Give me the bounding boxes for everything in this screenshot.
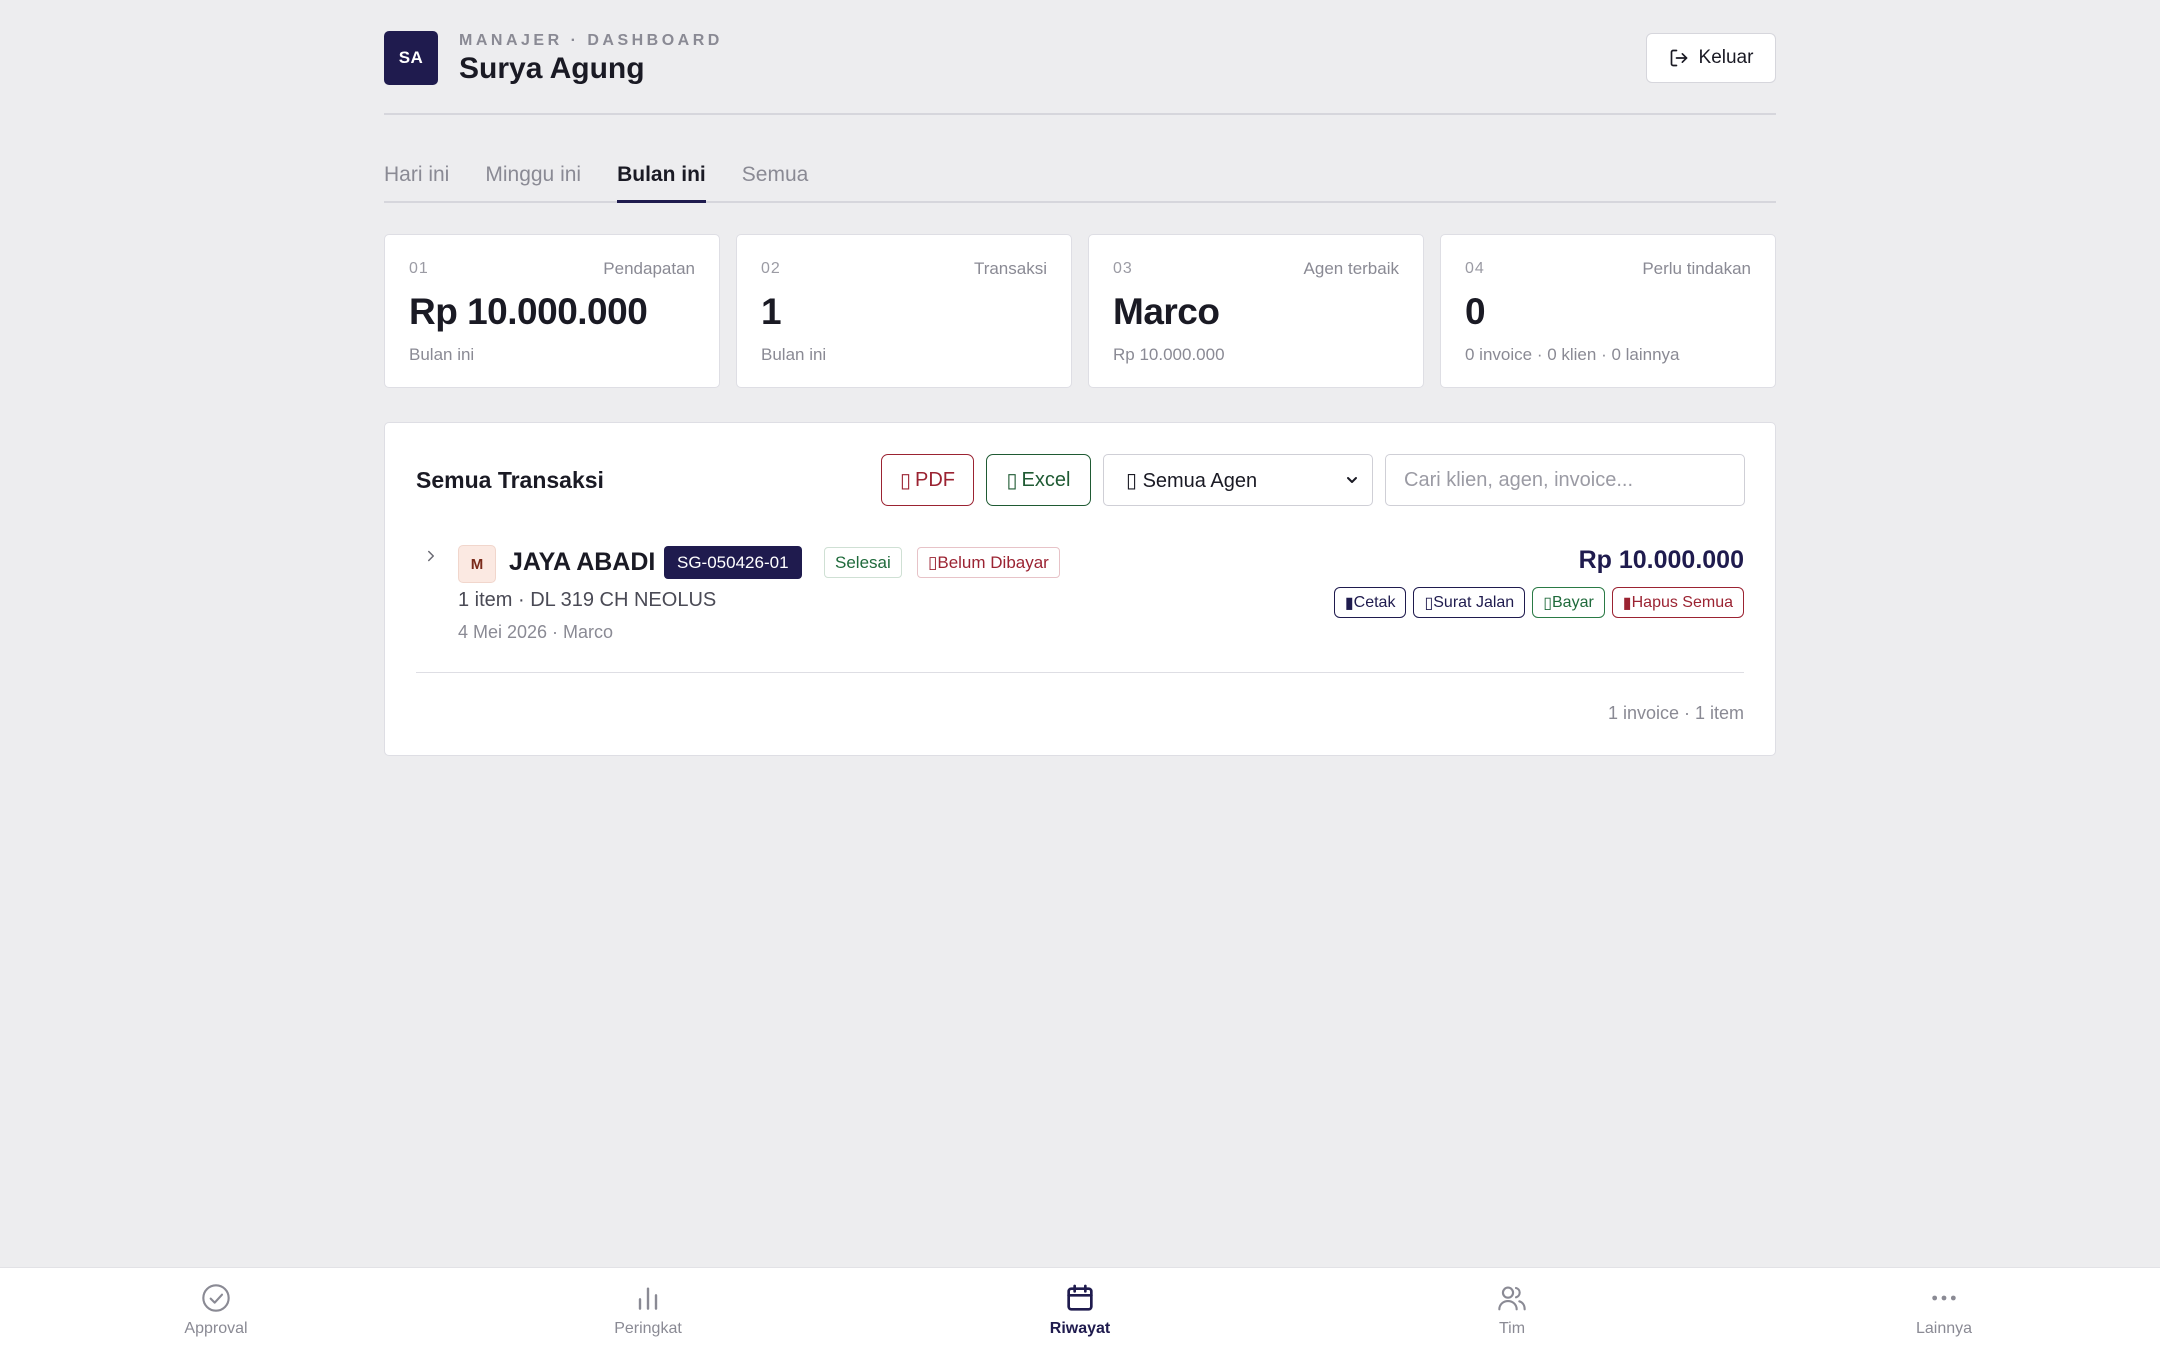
nav-item-lainnya[interactable]: Lainnya	[1864, 1282, 2024, 1338]
pdf-label: PDF	[915, 468, 955, 491]
bar-chart-icon	[638, 1287, 658, 1310]
period-tabs: Hari ini Minggu ini Bulan ini Semua	[384, 163, 1776, 203]
stat-value: Marco	[1113, 291, 1220, 332]
chevron-right-icon[interactable]	[422, 547, 440, 565]
stat-card-revenue: 01 Pendapatan Rp 10.000.000 Bulan ini	[384, 234, 720, 388]
stats-row: 01 Pendapatan Rp 10.000.000 Bulan ini 02…	[384, 234, 1776, 388]
logout-icon	[1670, 49, 1687, 67]
export-excel-button[interactable]: ▯ Excel	[986, 454, 1091, 506]
invoice-badge: SG-050426-01	[664, 546, 802, 579]
logout-button[interactable]: Keluar	[1646, 33, 1776, 83]
agent-filter-select[interactable]: ▯ Semua Agen	[1103, 454, 1373, 506]
stat-subtext: Rp 10.000.000	[1113, 345, 1225, 364]
delete-all-button[interactable]: ▮ Hapus Semua	[1611, 587, 1744, 618]
tab-hari-ini[interactable]: Hari ini	[384, 163, 449, 201]
nav-label: Approval	[184, 1320, 248, 1337]
chevron-down-icon	[1347, 477, 1357, 483]
spreadsheet-icon: ▯	[1006, 469, 1018, 492]
nav-item-peringkat[interactable]: Peringkat	[568, 1282, 728, 1338]
nav-item-riwayat[interactable]: Riwayat	[1000, 1282, 1160, 1338]
pay-button[interactable]: ▯ Bayar	[1532, 587, 1605, 618]
nav-item-approval[interactable]: Approval	[136, 1282, 296, 1338]
stat-card-transactions: 02 Transaksi 1 Bulan ini	[736, 234, 1072, 388]
stat-label: Perlu tindakan	[1642, 259, 1751, 278]
user-icon: ▯	[1126, 469, 1143, 492]
search-input[interactable]	[1385, 454, 1745, 506]
stat-subtext: Bulan ini	[409, 345, 475, 364]
panel-footer-summary: 1 invoice · 1 item	[1607, 703, 1744, 723]
printer-icon: ▮	[1344, 594, 1354, 612]
row-items: 1 item · DL 319 CH NEOLUS	[458, 589, 717, 611]
stat-card-action-needed: 04 Perlu tindakan 0 0 invoice · 0 klien …	[1440, 234, 1776, 388]
delivery-note-button[interactable]: ▯ Surat Jalan	[1413, 587, 1526, 618]
stat-subtext: 0 invoice · 0 klien · 0 lainnya	[1465, 345, 1680, 364]
stat-value: 0	[1465, 291, 1486, 332]
stat-value: Rp 10.000.000	[409, 291, 648, 332]
users-icon	[1498, 1286, 1526, 1311]
agent-avatar: M	[458, 545, 496, 583]
page-title: Surya Agung	[459, 52, 645, 85]
page-header: SA MANAJER · DASHBOARD Surya Agung Kelua…	[384, 0, 1776, 115]
status-badge: Selesai	[824, 547, 902, 578]
nav-label: Lainnya	[1915, 1320, 1973, 1337]
nav-label: Riwayat	[1049, 1320, 1111, 1337]
alert-icon: ▯	[928, 552, 938, 572]
client-name: JAYA ABADI	[509, 548, 656, 576]
nav-item-tim[interactable]: Tim	[1432, 1282, 1592, 1338]
calendar-icon	[1067, 1284, 1093, 1311]
stat-label: Agen terbaik	[1303, 259, 1399, 278]
row-actions: ▮ Cetak ▯ Surat Jalan ▯ Bayar ▮ Hapus Se…	[1333, 587, 1744, 618]
more-horizontal-icon	[1932, 1295, 1956, 1301]
stat-label: Pendapatan	[603, 259, 695, 278]
excel-label: Excel	[1021, 468, 1071, 491]
check-circle-icon	[202, 1284, 230, 1312]
logout-label: Keluar	[1698, 47, 1754, 68]
trash-icon: ▮	[1622, 594, 1632, 612]
tab-minggu-ini[interactable]: Minggu ini	[485, 163, 581, 201]
stat-label: Transaksi	[973, 259, 1047, 278]
agent-filter-value: ▯ Semua Agen	[1126, 469, 1258, 492]
stat-number: 02	[761, 260, 781, 277]
tab-bulan-ini[interactable]: Bulan ini	[617, 163, 706, 203]
stat-number: 04	[1465, 260, 1485, 277]
transactions-panel: Semua Transaksi ▯ PDF ▯ Excel ▯ Semua Ag…	[384, 422, 1776, 756]
file-icon: ▯	[899, 469, 911, 492]
stat-number: 01	[409, 260, 429, 277]
money-icon: ▯	[1543, 594, 1552, 612]
payment-status-badge: ▯ Belum Dibayar	[917, 547, 1060, 578]
row-meta: 4 Mei 2026 · Marco	[458, 622, 614, 642]
avatar: SA	[384, 31, 438, 85]
panel-title: Semua Transaksi	[416, 467, 604, 493]
bottom-navigation: Approval Peringkat Riwayat Tim Lainnya	[0, 1267, 2160, 1350]
truck-icon: ▯	[1424, 594, 1434, 612]
row-amount: Rp 10.000.000	[1578, 546, 1744, 574]
page-container: SA MANAJER · DASHBOARD Surya Agung Kelua…	[384, 0, 1776, 756]
tab-semua[interactable]: Semua	[742, 163, 809, 201]
stat-subtext: Bulan ini	[761, 345, 827, 364]
export-pdf-button[interactable]: ▯ PDF	[881, 454, 974, 506]
role-eyebrow: MANAJER · DASHBOARD	[459, 32, 723, 49]
print-button[interactable]: ▮ Cetak	[1333, 587, 1407, 618]
nav-label: Peringkat	[614, 1320, 682, 1337]
transaction-row[interactable]: M JAYA ABADI SG-050426-01 Selesai ▯ Belu…	[416, 545, 1744, 673]
stat-number: 03	[1113, 260, 1133, 277]
stat-value: 1	[761, 291, 782, 332]
nav-label: Tim	[1498, 1320, 1526, 1337]
stat-card-top-agent: 03 Agen terbaik Marco Rp 10.000.000	[1088, 234, 1424, 388]
